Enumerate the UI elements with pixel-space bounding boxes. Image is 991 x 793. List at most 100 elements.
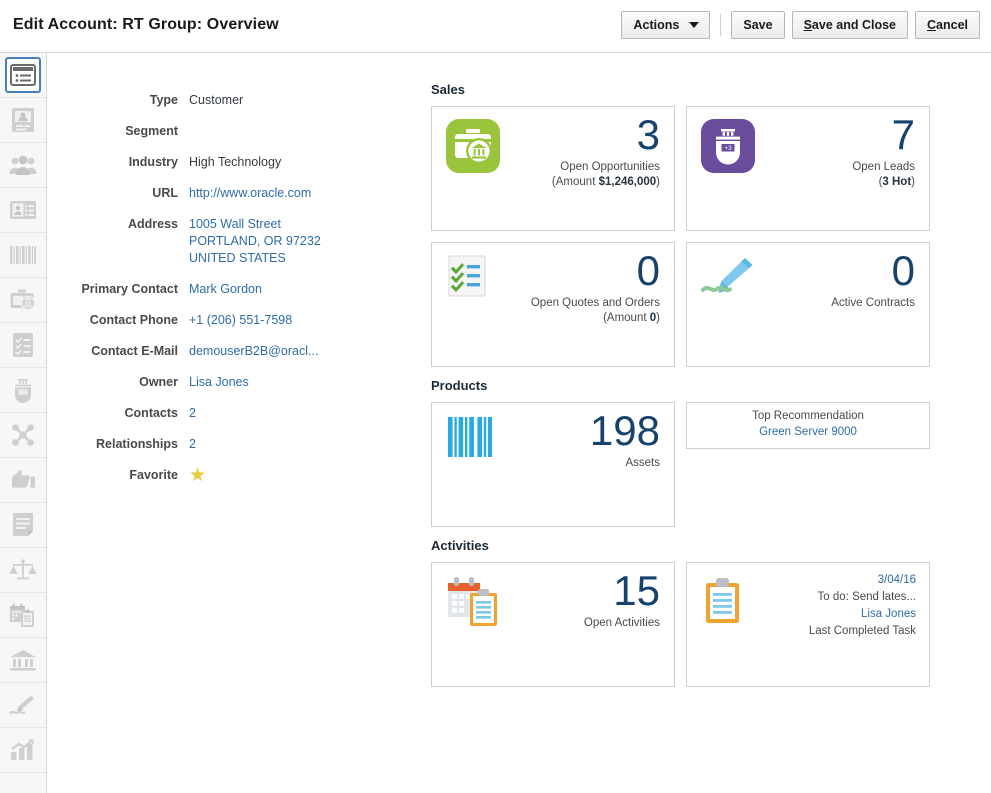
bank-icon (5, 642, 41, 678)
sidebar-item-quotes[interactable] (0, 323, 46, 368)
metric-sublabel: (3 Hot) (852, 175, 915, 190)
field-url: URL http://www.oracle.com (60, 185, 410, 202)
save-button[interactable]: Save (731, 11, 784, 39)
calendar-clipboard-icon (446, 575, 502, 632)
signature-pen-icon (5, 687, 41, 723)
url-link[interactable]: http://www.oracle.com (189, 185, 311, 202)
quotes-checklist-icon (446, 255, 488, 302)
sales-card-row-1: 3 Open Opportunities (Amount $1,246,000) (431, 106, 931, 231)
sidebar-item-opportunities[interactable] (0, 278, 46, 323)
checklist-icon (5, 327, 41, 363)
page-title: Edit Account: RT Group: Overview (13, 16, 279, 34)
star-icon: ★ (189, 465, 206, 486)
field-label: Contacts (60, 405, 189, 422)
card-open-opportunities[interactable]: 3 Open Opportunities (Amount $1,246,000) (431, 106, 675, 231)
metric-sub-suffix: ) (656, 312, 660, 324)
lead-icon: +3 (5, 372, 41, 408)
sidebar-item-assets[interactable] (0, 233, 46, 278)
metric-value: 0 (831, 247, 915, 295)
products-section-title: Products (431, 378, 931, 393)
save-and-close-label: ave and Close (812, 18, 896, 32)
barcode-icon (5, 237, 41, 273)
owner-link[interactable]: Lisa Jones (189, 374, 249, 391)
field-label: Address (60, 216, 189, 267)
field-primary-contact: Primary Contact Mark Gordon (60, 281, 410, 298)
signature-pen-icon (701, 255, 757, 306)
sidebar-item-contracts[interactable] (0, 683, 46, 728)
field-contacts: Contacts 2 (60, 405, 410, 422)
favorite-toggle[interactable]: ★ (189, 467, 206, 486)
page-header: Edit Account: RT Group: Overview Actions… (0, 0, 991, 53)
people-group-icon (5, 147, 41, 183)
sidebar-item-leads[interactable]: +3 (0, 368, 46, 413)
header-action-bar: Actions Save Save and Close Cancel (621, 11, 980, 39)
card-open-quotes-and-orders[interactable]: 0 Open Quotes and Orders (Amount 0) (431, 242, 675, 367)
sidebar-item-contacts[interactable] (0, 143, 46, 188)
field-label: Primary Contact (60, 281, 189, 298)
sidebar-item-analytics[interactable] (0, 728, 46, 773)
relationships-count-link[interactable]: 2 (189, 436, 196, 453)
account-detail-fields: Type Customer Segment Industry High Tech… (60, 92, 410, 500)
save-and-close-button[interactable]: Save and Close (792, 11, 908, 39)
sidebar-item-summary[interactable] (0, 53, 46, 98)
contacts-count-link[interactable]: 2 (189, 405, 196, 422)
actions-menu-label: Actions (634, 18, 680, 32)
account-overview-page: Edit Account: RT Group: Overview Actions… (0, 0, 991, 793)
sidebar-item-service-requests[interactable] (0, 548, 46, 593)
metric-sub-suffix: ) (656, 176, 660, 188)
sidebar-item-activities[interactable] (0, 593, 46, 638)
field-label: Relationships (60, 436, 189, 453)
metric-sub-amount: $1,246,000 (599, 176, 657, 188)
address-value[interactable]: 1005 Wall Street PORTLAND, OR 97232 UNIT… (189, 216, 321, 267)
field-favorite: Favorite ★ (60, 467, 410, 486)
recommendation-title: Top Recommendation (687, 408, 929, 424)
sales-section-title: Sales (431, 82, 931, 97)
card-top-recommendation[interactable]: Top Recommendation Green Server 9000 (686, 402, 930, 449)
toolbar-divider (720, 14, 721, 36)
field-address: Address 1005 Wall Street PORTLAND, OR 97… (60, 216, 410, 267)
task-summary: 3/04/16 To do: Send lates... Lisa Jones … (809, 572, 916, 640)
sidebar-item-recommendations[interactable] (0, 458, 46, 503)
products-section: Products (431, 378, 931, 527)
sidebar-item-notes[interactable] (0, 503, 46, 548)
metric-value: 7 (852, 111, 915, 159)
sidebar-item-team[interactable] (0, 188, 46, 233)
task-date[interactable]: 3/04/16 (809, 572, 916, 589)
calendar-clipboard-icon (5, 597, 41, 633)
metric-value: 3 (552, 111, 660, 159)
sidebar-item-profile[interactable] (0, 98, 46, 143)
opportunity-briefcase-icon (446, 119, 500, 178)
field-contact-email: Contact E-Mail demouserB2B@oracl... (60, 343, 410, 360)
address-line: 1005 Wall Street (189, 216, 321, 233)
card-last-completed-task[interactable]: 3/04/16 To do: Send lates... Lisa Jones … (686, 562, 930, 687)
chevron-down-icon (689, 22, 699, 28)
save-and-close-accel: S (804, 18, 812, 32)
metric-sublabel: (Amount $1,246,000) (552, 175, 660, 190)
network-icon (5, 417, 41, 453)
metric-sub-amount: 3 Hot (882, 176, 911, 188)
card-assets[interactable]: 198 Assets (431, 402, 675, 527)
note-icon (5, 507, 41, 543)
contact-email-link[interactable]: demouserB2B@oracl... (189, 343, 318, 360)
recommendation-value[interactable]: Green Server 9000 (687, 424, 929, 440)
activities-card-row: 15 Open Activities (431, 562, 931, 687)
card-metric: 0 Open Quotes and Orders (Amount 0) (531, 247, 660, 326)
sales-card-row-2: 0 Open Quotes and Orders (Amount 0) (431, 242, 931, 367)
left-navigation-rail: +3 (0, 53, 47, 793)
barcode-icon (446, 415, 494, 464)
task-owner[interactable]: Lisa Jones (809, 606, 916, 623)
actions-menu-button[interactable]: Actions (621, 11, 711, 39)
metric-sub-prefix: (Amount (603, 312, 650, 324)
card-open-leads[interactable]: +3 7 Open Leads (3 Hot) (686, 106, 930, 231)
contact-phone-link[interactable]: +1 (206) 551-7598 (189, 312, 292, 329)
card-open-activities[interactable]: 15 Open Activities (431, 562, 675, 687)
field-industry: Industry High Technology (60, 154, 410, 171)
sidebar-item-relationships[interactable] (0, 413, 46, 458)
sidebar-item-assets-bank[interactable] (0, 638, 46, 683)
metric-value: 198 (590, 407, 660, 455)
primary-contact-link[interactable]: Mark Gordon (189, 281, 262, 298)
card-active-contracts[interactable]: 0 Active Contracts (686, 242, 930, 367)
cancel-button[interactable]: Cancel (915, 11, 980, 39)
metric-sub-prefix: (Amount (552, 176, 599, 188)
field-value: Customer (189, 92, 243, 109)
